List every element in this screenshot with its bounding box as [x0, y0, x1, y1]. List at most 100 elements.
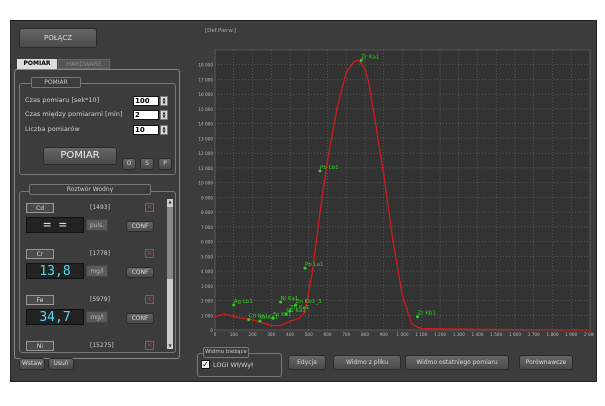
spectrum-point: [532, 328, 535, 331]
element-unit: mg/l: [86, 311, 108, 323]
element-counts: [1778]: [90, 250, 110, 257]
scroll-up-icon[interactable]: ▲: [167, 199, 173, 205]
element-card-cr: Cr [1778] × 13,8 mg/l CONF: [26, 249, 160, 291]
y-tick-label: 8 000: [201, 210, 213, 215]
conf-button[interactable]: CONF: [126, 221, 154, 232]
liczba-pomiarow-value[interactable]: 10: [133, 125, 159, 135]
spectrum-point: [232, 315, 235, 318]
x-tick-label: 1 000: [397, 332, 409, 337]
peak-label: Zr Kb1: [418, 311, 436, 317]
y-tick-label: 14 000: [198, 122, 213, 127]
spectrum-point: [401, 295, 404, 298]
y-tick-label: 12 000: [198, 151, 213, 156]
element-value: 34,7: [26, 309, 84, 325]
y-tick-label: 13 000: [198, 136, 213, 141]
widmo-ostatniego-button[interactable]: Widmo ostatniego pomiaru: [405, 355, 509, 370]
spectrum-point: [439, 327, 441, 330]
edycja-button[interactable]: Edycja: [288, 355, 326, 370]
spectrum-point: [416, 326, 419, 328]
x-tick-label: 400: [286, 332, 294, 337]
y-tick-label: 3 000: [201, 284, 213, 289]
scroll-down-icon[interactable]: ▼: [167, 343, 173, 349]
peak-label: Zr Ka1: [361, 54, 379, 60]
element-value: = =: [26, 217, 84, 233]
spectrum-point: [335, 108, 338, 110]
czas-miedzy-spinner[interactable]: 2 ▲ ▼: [133, 110, 169, 120]
y-tick-label: 15 000: [198, 107, 213, 112]
close-icon[interactable]: ×: [145, 249, 154, 258]
p-button[interactable]: P: [158, 158, 172, 170]
x-tick-label: 800: [361, 332, 369, 337]
close-icon[interactable]: ×: [145, 295, 154, 304]
element-counts: [5979]: [90, 296, 110, 303]
spectrum-point: [589, 329, 591, 331]
spectrum-point: [270, 324, 273, 327]
x-tick-label: 600: [324, 332, 332, 337]
conf-button[interactable]: CONF: [126, 267, 154, 278]
czas-pomiaru-spinner[interactable]: 100 ▲ ▼: [133, 96, 169, 106]
x-tick-label: 1 100: [415, 332, 427, 337]
spectrum-point: [260, 321, 263, 324]
spectrum-point: [298, 317, 301, 320]
spectrum-point: [345, 71, 348, 74]
spectrum-point: [319, 211, 321, 214]
y-tick-label: 11 000: [198, 166, 213, 171]
x-tick-label: 1 600: [509, 332, 521, 337]
spectrum-point: [373, 115, 376, 118]
close-icon[interactable]: ×: [145, 341, 154, 350]
o-button[interactable]: O: [122, 158, 136, 170]
check-icon: ✓: [202, 360, 209, 369]
y-tick-label: 6 000: [201, 240, 213, 245]
element-card-fe: Fe [5979] × 34,7 mg/l CONF: [26, 295, 160, 337]
conf-button[interactable]: CONF: [126, 313, 154, 324]
element-unit: mg/l: [86, 265, 108, 277]
chart-title: [Def.Pierw.]: [205, 28, 236, 34]
tab-pomiar[interactable]: POMIAR: [17, 59, 57, 69]
spinner-arrows-icon[interactable]: ▲ ▼: [160, 110, 168, 120]
connect-button[interactable]: POŁĄCZ: [19, 28, 97, 48]
usun-button[interactable]: Usuń: [48, 358, 74, 370]
element-counts: [15275]: [90, 342, 114, 349]
spectrum-point: [223, 312, 226, 315]
tab-hardware[interactable]: HARDWARE: [58, 59, 110, 69]
elements-list[interactable]: Cd [1493] × = = puls. CONF Cr [1778] × 1…: [22, 199, 175, 351]
logi-checkbox-label: LOGI Wł/Wył: [213, 361, 253, 369]
widmo-z-pliku-button[interactable]: Widmo z pliku: [333, 355, 401, 370]
element-name: Cd: [26, 203, 54, 213]
spectrum-point: [242, 317, 245, 320]
spectrum-point: [214, 315, 216, 318]
spectrum-point: [410, 323, 413, 326]
close-icon[interactable]: ×: [145, 203, 154, 212]
czas-miedzy-value[interactable]: 2: [133, 110, 159, 120]
y-tick-label: 2 000: [201, 299, 213, 304]
x-tick-label: 300: [267, 332, 275, 337]
x-tick-label: 200: [249, 332, 257, 337]
s-button[interactable]: S: [140, 158, 154, 170]
list-scrollbar[interactable]: ▲ ▼: [167, 199, 173, 349]
liczba-pomiarow-spinner[interactable]: 10 ▲ ▼: [133, 125, 169, 135]
element-unit: puls.: [86, 219, 108, 231]
spinner-arrows-icon[interactable]: ▲ ▼: [160, 125, 168, 135]
spectrum-point: [279, 324, 282, 327]
roztwor-group-title: Roztwór Wodny: [29, 184, 151, 195]
spectrum-point: [476, 328, 479, 331]
spinner-arrows-icon[interactable]: ▲ ▼: [160, 96, 168, 106]
scrollbar-thumb[interactable]: [167, 207, 173, 279]
logi-checkbox[interactable]: ✓: [201, 360, 210, 369]
x-tick-label: 1 900: [565, 332, 577, 337]
peak-label: Ag Lb1: [234, 299, 253, 305]
spectrum-point: [367, 81, 370, 84]
y-tick-label: 1 000: [201, 313, 213, 318]
peak-label: Pb Lb1: [320, 165, 339, 171]
element-value: 13,8: [26, 263, 84, 279]
element-name: Fe: [26, 295, 54, 305]
spectrum-point: [356, 59, 359, 62]
y-tick-label: 9 000: [201, 195, 213, 200]
wstaw-button[interactable]: Wstaw: [19, 358, 45, 370]
czas-pomiaru-value[interactable]: 100: [133, 96, 159, 106]
pomiar-button[interactable]: POMIAR: [43, 147, 117, 165]
peak-label: Pb La1: [305, 262, 324, 268]
label-czas-miedzy: Czas między pomiarami [min]: [25, 110, 123, 118]
x-tick-label: 1 400: [472, 332, 484, 337]
porownawcze-button[interactable]: Porównawcze: [519, 355, 573, 370]
